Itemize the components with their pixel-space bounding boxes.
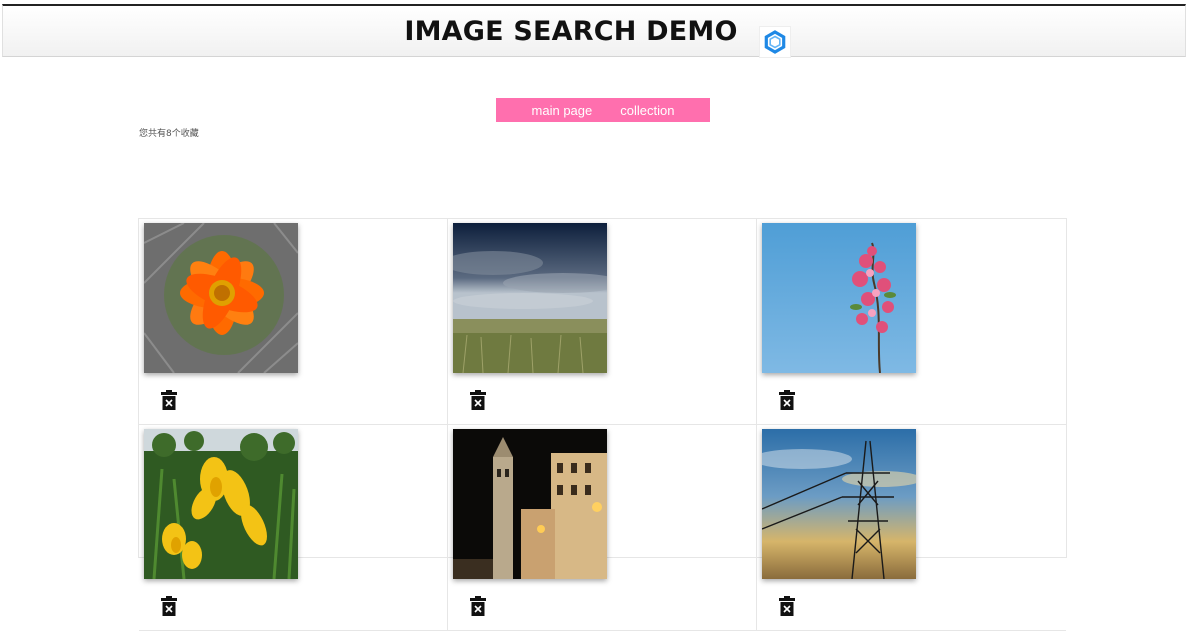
thumbnail-night-town-tower[interactable] xyxy=(453,429,607,579)
collection-item xyxy=(139,219,448,425)
delete-button[interactable] xyxy=(470,596,486,616)
delete-button[interactable] xyxy=(779,596,795,616)
collection-item xyxy=(448,219,757,425)
trash-icon xyxy=(779,596,795,616)
thumbnail-yellow-iris-flowers[interactable] xyxy=(144,429,298,579)
trash-icon xyxy=(470,390,486,410)
delete-button[interactable] xyxy=(161,596,177,616)
app-header: IMAGE SEARCH DEMO xyxy=(2,4,1186,58)
collection-item xyxy=(757,219,1066,425)
trash-icon xyxy=(470,596,486,616)
nav-main-page[interactable]: main page xyxy=(532,103,593,118)
collection-item xyxy=(139,425,448,631)
thumbnail-pink-blossom-blue-sky[interactable] xyxy=(762,223,916,373)
trash-icon xyxy=(161,596,177,616)
nav-collection[interactable]: collection xyxy=(620,103,674,118)
trash-icon xyxy=(161,390,177,410)
collection-grid xyxy=(138,218,1067,631)
delete-button[interactable] xyxy=(779,390,795,410)
nav-bar: main page collection xyxy=(496,98,710,122)
page-title: IMAGE SEARCH DEMO xyxy=(404,16,738,47)
delete-button[interactable] xyxy=(470,390,486,410)
collection-item xyxy=(757,425,1066,631)
collection-count: 您共有8个收藏 xyxy=(139,129,199,139)
hexagon-logo-icon[interactable] xyxy=(759,26,791,58)
thumbnail-orange-flower[interactable] xyxy=(144,223,298,373)
collection-item xyxy=(448,425,757,631)
thumbnail-stormy-sky-field[interactable] xyxy=(453,223,607,373)
delete-button[interactable] xyxy=(161,390,177,410)
trash-icon xyxy=(779,390,795,410)
thumbnail-power-pylon-sunset[interactable] xyxy=(762,429,916,579)
